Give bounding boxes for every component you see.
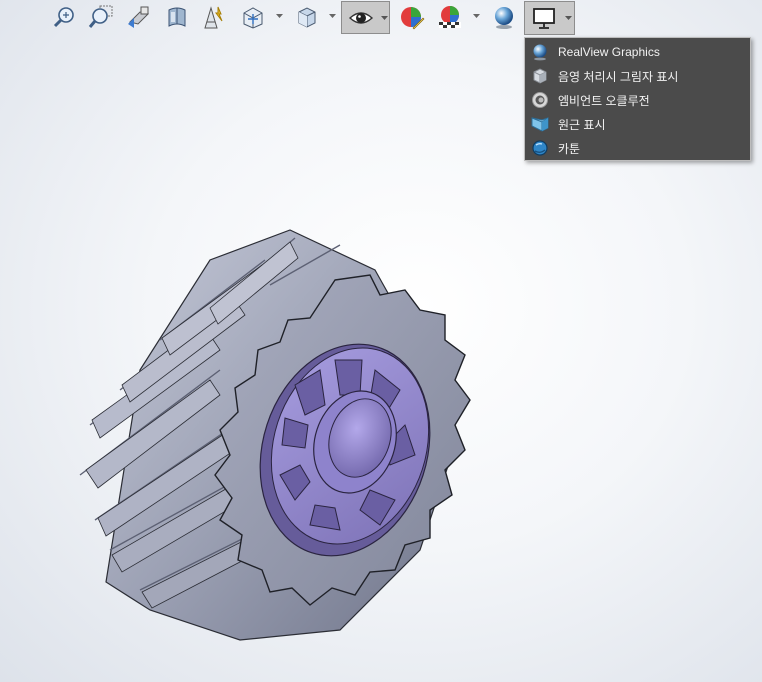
view-orientation-button[interactable]	[238, 2, 268, 32]
menu-item-label: 카툰	[558, 141, 581, 156]
zoom-to-fit-button[interactable]	[50, 2, 80, 32]
view-settings-button[interactable]	[489, 2, 519, 32]
zoom-to-area-icon	[88, 5, 113, 28]
dynamic-annotation-views-icon	[204, 6, 223, 29]
view-orientation-dropdown[interactable]	[276, 13, 283, 19]
chevron-down-icon	[473, 14, 480, 18]
chevron-down-icon	[381, 15, 388, 20]
shadows-cube-icon	[531, 67, 549, 85]
previous-view-button[interactable]	[124, 2, 154, 32]
apply-scene-dropdown[interactable]	[473, 13, 480, 19]
chevron-down-icon	[329, 14, 336, 18]
menu-item-cartoon[interactable]: 카툰	[525, 136, 750, 160]
chevron-down-icon	[276, 14, 283, 18]
menu-item-shadows[interactable]: 음영 처리시 그림자 표시	[525, 64, 750, 88]
menu-item-realview[interactable]: RealView Graphics	[525, 40, 750, 64]
heads-up-view-toolbar	[0, 0, 762, 38]
hide-show-items-dropdown[interactable]	[380, 1, 390, 34]
menu-item-label: 원근 표시	[558, 117, 606, 132]
display-style-icon	[298, 7, 316, 28]
display-style-button[interactable]	[292, 2, 322, 32]
edit-appearance-button[interactable]	[397, 2, 427, 32]
apply-scene-button[interactable]	[435, 2, 465, 32]
eye-icon	[348, 11, 374, 24]
chevron-down-icon	[564, 16, 572, 20]
menu-item-ambient-occlusion[interactable]: 엠비언트 오클루전	[525, 88, 750, 112]
zoom-to-area-button[interactable]	[86, 2, 116, 32]
monitor-icon	[532, 8, 555, 29]
edit-appearance-icon	[401, 7, 425, 30]
menu-item-label: 음영 처리시 그림자 표시	[558, 69, 679, 84]
section-view-icon	[168, 7, 186, 27]
cartoon-sphere-icon	[531, 139, 549, 157]
display-settings-dropdown[interactable]	[562, 1, 575, 35]
section-view-button[interactable]	[162, 2, 192, 32]
display-style-dropdown[interactable]	[329, 13, 336, 19]
ambient-occlusion-icon	[531, 91, 549, 109]
menu-item-perspective[interactable]: 원근 표시	[525, 112, 750, 136]
helical-gear-model[interactable]	[70, 220, 490, 650]
graphics-area-gear-model[interactable]	[70, 220, 490, 650]
view-orientation-icon	[243, 7, 263, 29]
perspective-icon	[531, 115, 549, 133]
display-settings-menu: RealView Graphics 음영 처리시 그림자 표시 엠비언트 오클루…	[524, 37, 751, 161]
menu-item-label: 엠비언트 오클루전	[558, 93, 650, 108]
dynamic-annotation-views-button[interactable]	[199, 2, 229, 32]
hide-show-items-button[interactable]	[341, 1, 381, 34]
apply-scene-icon	[439, 6, 461, 28]
realview-sphere-icon	[531, 43, 549, 61]
previous-view-icon	[128, 6, 149, 28]
menu-item-label: RealView Graphics	[558, 45, 660, 59]
display-settings-button[interactable]	[524, 1, 563, 35]
realview-sphere-icon	[495, 7, 513, 29]
zoom-to-fit-icon	[53, 7, 74, 28]
